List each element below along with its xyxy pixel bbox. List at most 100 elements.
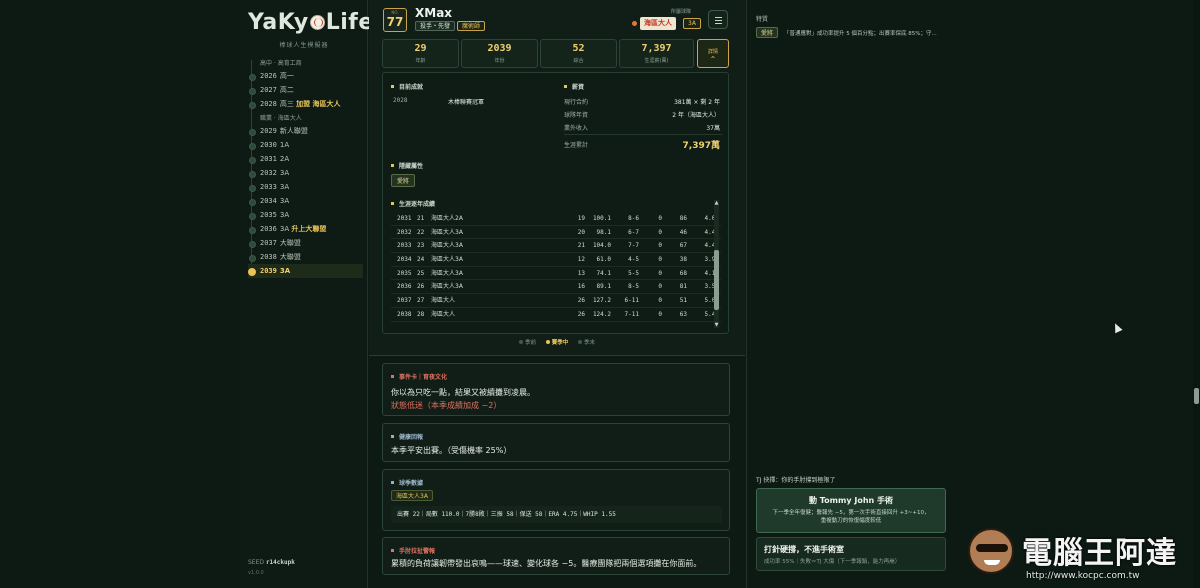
cell-age: 25 [417,269,425,277]
timeline-item[interactable]: 2027 高二 [248,83,363,97]
timeline-group-highschool: 高中 · 高育工商 [260,60,302,67]
injection-option-button[interactable]: 打針硬撐，不進手術室 成功率 55%｜失敗＝TJ 大傷（下一季報銷，能力再崩） [756,537,946,571]
achievements-title: 目前成就 [391,82,423,91]
cell-age: 22 [417,228,425,236]
salary-value: 2 年（海區大人） [672,112,720,119]
phase-end-of-season: 季末 [578,340,595,346]
cell-sv: 0 [658,215,662,222]
cell-yr: 2037 [397,297,412,305]
cell-team: 海區大人 [431,310,456,318]
tj-decision-title: TJ 抉擇：你的手肘撐到極限了 [756,477,836,484]
page-scrollbar-thumb[interactable] [1194,388,1199,404]
cell-team: 海區大人 [431,297,456,305]
main-panel: NO. 77 XMax 投手・先發 魔術師 所屬球隊 海區大人 3A 29 年齡 … [369,0,745,588]
trait-tag[interactable]: 愛將 [756,27,779,38]
season-stats-card: 球季數據 海區大人3A 出賽 22｜局數 110.0｜7勝8敗｜三振 58｜保送… [382,469,730,531]
seed-display: SEED r14ckupk [248,559,295,566]
timeline-item[interactable]: 2026 高一 [248,69,363,83]
table-scrollbar[interactable]: ▲ ▼ [714,200,719,328]
cell-yr: 2032 [397,228,412,236]
career-timeline: 高中 · 高育工商 2026 高一 2027 高二 2028 高三 加盟 海區大人 職… [248,56,363,278]
table-row: 2032 22 海區大人3A 20 98.1 6-7 0 46 4.48 [391,226,721,240]
salary-value: 37萬 [706,125,720,132]
team-badge: 海區大人 [640,17,676,30]
cell-g: 19 [577,215,585,222]
cell-k: 67 [679,242,687,250]
cell-wl: 7-7 [628,242,639,250]
cell-team: 海區大人3A [431,228,463,236]
cell-ip: 61.0 [596,256,611,264]
salary-key: 業外收入 [564,125,589,132]
scroll-up-icon[interactable]: ▲ [714,200,719,206]
scrollbar-thumb[interactable] [714,250,719,310]
timeline-item[interactable]: 2035 3A [248,208,363,222]
timeline-item[interactable]: 2030 1A [248,138,363,152]
scroll-down-icon[interactable]: ▼ [714,322,719,328]
salary-title: 薪資 [564,82,584,91]
timeline-item[interactable]: 2033 3A [248,180,363,194]
cell-sv: 0 [658,283,662,291]
cell-k: 68 [679,269,687,277]
event-card-effect: 狀態低迷（本季成績加成 −2） [391,401,502,410]
cell-g: 20 [577,228,585,236]
cell-sv: 0 [658,269,662,277]
cell-wl: 7-11 [624,310,639,318]
stat-career-salary: 7,397 生涯薪(萬) [619,39,694,68]
achievement-text: 木棒聯賽冠軍 [448,99,485,106]
stat-age: 29 年齡 [382,39,459,68]
table-row: 2034 24 海區大人3A 12 61.0 4-5 0 38 3.98 [391,253,721,267]
right-panel: 特質 愛將 「普通應對」成功率提升 5 個百分點；出賽率保底 85%；守... … [746,0,957,588]
player-name: XMax [415,6,453,20]
career-pay-value: 7,397萬 [682,141,720,151]
phase-preseason: 季前 [518,340,536,346]
achievement-year: 2028 [393,97,408,104]
seed-value: r14ckupk [265,559,295,566]
menu-button[interactable] [708,10,728,29]
career-stats-table[interactable]: 2031 21 海區大人2A 19 100.1 8-6 0 86 4.04 2032 22 海區大人3… [391,212,721,329]
timeline-item[interactable]: 2034 3A [248,194,363,208]
cell-g: 12 [577,256,585,264]
timeline-item-current[interactable]: 2039 3A [248,264,363,278]
mascot-face-icon [968,528,1014,574]
elbow-warning-body: 累積的負荷讓韌帶發出哀鳴——球速、變化球各 −5。醫療團隊把兩個選項攤在你面前。 [391,559,702,568]
cell-yr: 2031 [397,215,412,222]
timeline-item[interactable]: 2036 3A 升上大聯盟 [248,222,363,236]
timeline-item[interactable]: 2038 大聯盟 [248,250,363,264]
cell-age: 24 [417,256,425,264]
brand-logo: YaKy Life [248,10,374,35]
cell-yr: 2034 [397,256,412,264]
elbow-warning-card: 手肘拉扯警報 累積的負荷讓韌帶發出哀鳴——球速、變化球各 −5。醫療團隊把兩個選… [382,537,730,575]
cell-g: 16 [577,283,585,291]
hidden-attribute-tag[interactable]: 愛將 [391,174,416,187]
table-row: 2037 27 海區大人 26 127.2 6-11 0 51 5.08 [391,294,721,308]
timeline-item[interactable]: 2029 新人聯盟 [248,124,363,138]
timeline-item[interactable]: 2028 高三 加盟 海區大人 [248,97,363,111]
table-row: 2038 28 海區大人 26 124.2 7-11 0 63 5.49 [391,308,721,322]
timeline-item[interactable]: 2037 大聯盟 [248,236,363,250]
cell-age: 26 [417,283,425,291]
cell-team: 海區大人3A [431,269,463,277]
cell-wl: 8-5 [628,283,639,291]
baseball-icon [309,15,325,30]
salary-value: 381萬 × 剩 2 年 [674,99,720,106]
cell-k: 38 [679,256,687,264]
cell-ip: 98.1 [596,228,611,236]
cell-k: 86 [679,215,687,222]
timeline-item[interactable]: 2032 3A [248,166,363,180]
team-color-dot [632,21,637,26]
mouse-cursor-icon [1111,321,1123,334]
details-toggle-button[interactable]: 詳情 ⌃ [697,39,729,68]
cell-sv: 0 [658,228,662,236]
player-card: NO. 77 XMax 投手・先發 魔術師 所屬球隊 海區大人 3A 29 年齡 … [369,0,745,356]
cell-g: 13 [577,269,585,277]
cell-team: 海區大人3A [431,256,463,264]
timeline-highlight: 升上大聯盟 [291,225,327,233]
cell-k: 51 [679,297,687,305]
timeline-item[interactable]: 2031 2A [248,152,363,166]
cell-ip: 100.1 [592,215,611,222]
cell-sv: 0 [658,256,662,264]
tommy-john-surgery-button[interactable]: 動 Tommy John 手術 下一季全年復健；醫報先 −5，第一次手術直接回升… [756,488,946,533]
page-scrollbar[interactable] [1193,0,1200,588]
cell-yr: 2038 [397,310,412,318]
cell-yr: 2033 [397,242,412,250]
